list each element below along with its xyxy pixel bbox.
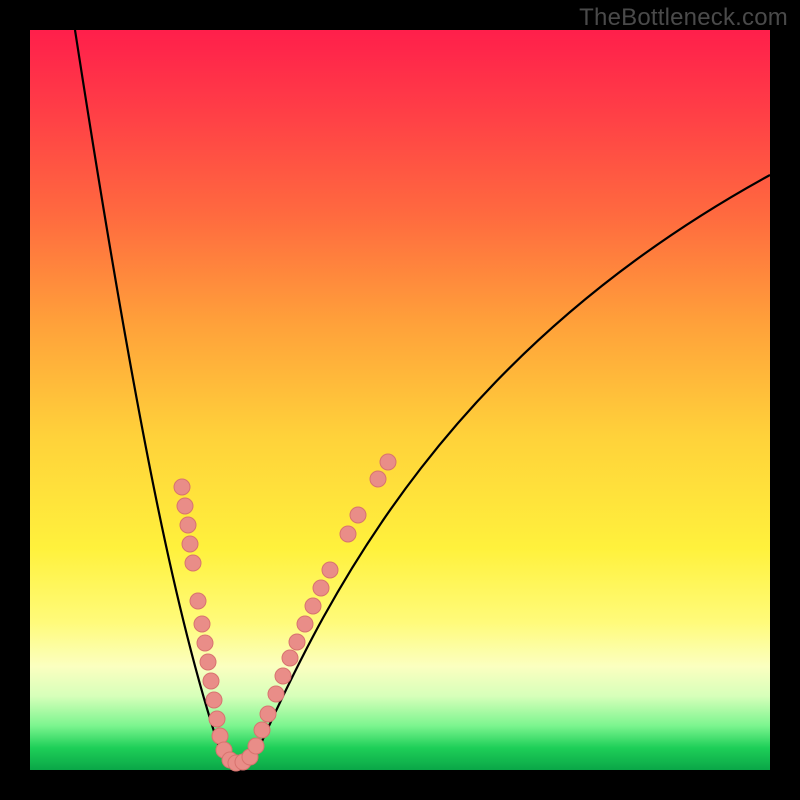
data-dot: [194, 616, 210, 632]
data-dot: [180, 517, 196, 533]
data-dot: [305, 598, 321, 614]
data-dot: [190, 593, 206, 609]
data-dot: [200, 654, 216, 670]
data-dot: [370, 471, 386, 487]
data-dot: [212, 728, 228, 744]
data-dot: [182, 536, 198, 552]
data-dot: [248, 738, 264, 754]
data-dot: [209, 711, 225, 727]
data-dots: [174, 454, 396, 771]
data-dot: [322, 562, 338, 578]
data-dot: [174, 479, 190, 495]
data-dot: [282, 650, 298, 666]
data-dot: [289, 634, 305, 650]
data-dot: [177, 498, 193, 514]
chart-frame: TheBottleneck.com: [0, 0, 800, 800]
plot-area: [30, 30, 770, 770]
data-dot: [340, 526, 356, 542]
data-dot: [254, 722, 270, 738]
data-dot: [185, 555, 201, 571]
data-dot: [268, 686, 284, 702]
data-dot: [313, 580, 329, 596]
data-dot: [350, 507, 366, 523]
data-dot: [297, 616, 313, 632]
watermark-text: TheBottleneck.com: [579, 4, 788, 32]
data-dot: [197, 635, 213, 651]
data-dot: [206, 692, 222, 708]
data-dot: [203, 673, 219, 689]
curve-svg: [30, 30, 770, 770]
data-dot: [260, 706, 276, 722]
data-dot: [275, 668, 291, 684]
data-dot: [380, 454, 396, 470]
bottleneck-curve: [75, 30, 770, 765]
